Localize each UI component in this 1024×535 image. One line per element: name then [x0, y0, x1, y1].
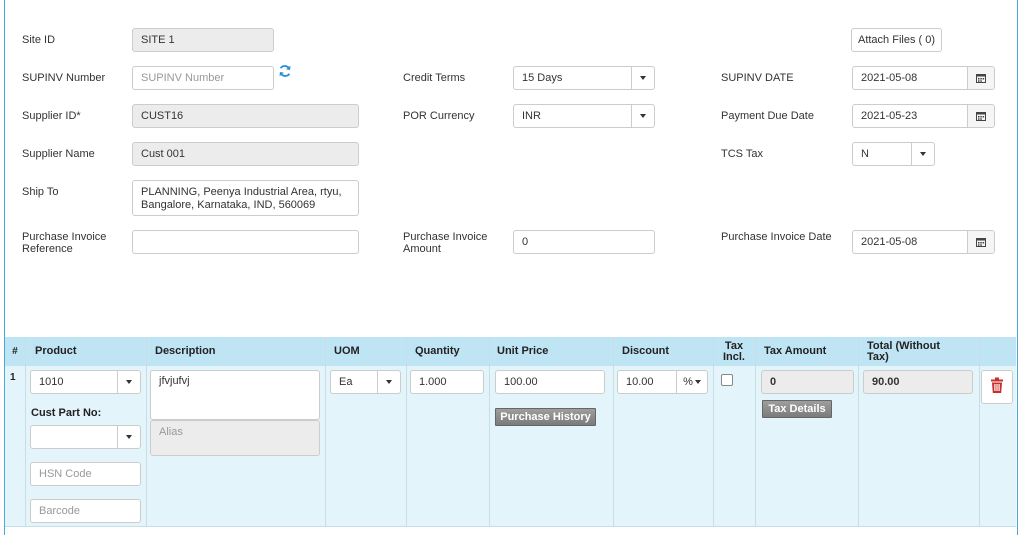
- column-divider: [406, 337, 407, 526]
- credit-terms-value: 15 Days: [522, 72, 563, 84]
- calendar-icon[interactable]: [967, 231, 994, 253]
- unit-price-input[interactable]: 100.00: [495, 370, 605, 394]
- column-divider: [613, 337, 614, 526]
- column-header-tax-incl: Tax Incl.: [722, 339, 745, 363]
- column-divider: [858, 337, 859, 526]
- por-currency-select[interactable]: INR: [513, 104, 655, 128]
- supplier-name-label: Supplier Name: [22, 148, 95, 160]
- column-header-unit-price: Unit Price: [497, 345, 549, 357]
- barcode-input[interactable]: Barcode: [30, 499, 141, 523]
- por-currency-label: POR Currency: [403, 110, 475, 122]
- tcs-tax-value: N: [861, 148, 869, 160]
- calendar-icon[interactable]: [967, 105, 994, 127]
- chevron-down-icon: [911, 143, 934, 165]
- column-divider: [979, 337, 980, 526]
- column-divider: [755, 337, 756, 526]
- row-index: 1: [10, 372, 16, 383]
- product-value: 1010: [39, 376, 64, 388]
- column-header-description: Description: [155, 345, 216, 357]
- tax-details-button[interactable]: Tax Details: [762, 400, 832, 418]
- purchase-invoice-amount-input[interactable]: 0: [513, 230, 655, 254]
- tcs-tax-label: TCS Tax: [721, 148, 763, 160]
- calendar-icon[interactable]: [967, 67, 994, 89]
- column-header-tax-amount: Tax Amount: [764, 345, 827, 357]
- column-header-discount: Discount: [622, 345, 670, 357]
- quantity-input[interactable]: 1.000: [410, 370, 484, 394]
- payment-due-date-label: Payment Due Date: [721, 110, 814, 122]
- credit-terms-select[interactable]: 15 Days: [513, 66, 655, 90]
- column-header-index: #: [12, 346, 18, 357]
- ship-to-textarea[interactable]: PLANNING, Peenya Industrial Area, rtyu, …: [132, 180, 359, 216]
- tcs-tax-select[interactable]: N: [852, 142, 935, 166]
- site-id-field: SITE 1: [132, 28, 274, 52]
- alias-field: Alias: [150, 420, 320, 456]
- uom-select[interactable]: Ea: [330, 370, 401, 394]
- payment-due-date-input[interactable]: 2021-05-23: [852, 104, 995, 128]
- grid-bottom-divider: [5, 526, 1016, 527]
- ship-to-label: Ship To: [22, 186, 59, 198]
- tax-incl-checkbox[interactable]: [721, 374, 733, 386]
- column-divider: [146, 337, 147, 526]
- tax-amount-field: 0: [761, 370, 854, 394]
- purchase-invoice-date-label: Purchase Invoice Date: [721, 231, 832, 243]
- purchase-invoice-date-value: 2021-05-08: [861, 236, 918, 248]
- product-select[interactable]: 1010: [30, 370, 141, 394]
- purchase-history-button[interactable]: Purchase History: [495, 408, 596, 426]
- discount-type-select[interactable]: %: [676, 371, 707, 393]
- supinv-date-label: SUPINV DATE: [721, 72, 794, 84]
- site-id-label: Site ID: [22, 34, 56, 46]
- column-header-uom: UOM: [334, 345, 360, 357]
- hsn-code-input[interactable]: HSN Code: [30, 462, 141, 486]
- purchase-invoice-date-input[interactable]: 2021-05-08: [852, 230, 995, 254]
- attach-files-button[interactable]: Attach Files ( 0): [851, 28, 942, 52]
- supinv-number-input[interactable]: SUPINV Number: [132, 66, 274, 90]
- chevron-down-icon: [117, 371, 140, 393]
- total-field: 90.00: [863, 370, 973, 394]
- trash-icon: [990, 377, 1004, 397]
- description-textarea[interactable]: jfvjufvj: [150, 370, 320, 420]
- supplier-id-label: Supplier ID*: [22, 110, 81, 122]
- supplier-name-field: Cust 001: [132, 142, 359, 166]
- column-divider: [25, 337, 26, 526]
- cust-part-no-select[interactable]: [30, 425, 141, 449]
- supplier-id-field: CUST16: [132, 104, 359, 128]
- uom-value: Ea: [339, 376, 353, 388]
- purchase-invoice-reference-input[interactable]: [132, 230, 359, 254]
- chevron-down-icon: [377, 371, 400, 393]
- discount-type-value: %: [683, 376, 693, 388]
- chevron-down-icon: [631, 67, 654, 89]
- column-header-product: Product: [35, 345, 77, 357]
- chevron-down-icon: [117, 426, 140, 448]
- column-header-total: Total (Without Tax): [867, 339, 941, 363]
- delete-row-button[interactable]: [981, 370, 1013, 404]
- chevron-down-icon: [631, 105, 654, 127]
- supinv-date-value: 2021-05-08: [861, 72, 918, 84]
- refresh-icon[interactable]: [278, 64, 292, 78]
- por-currency-value: INR: [522, 110, 541, 122]
- chevron-down-icon: [694, 380, 701, 384]
- discount-input[interactable]: 10.00 %: [617, 370, 708, 394]
- purchase-invoice-reference-label: Purchase Invoice Reference: [22, 231, 107, 255]
- column-divider: [713, 337, 714, 526]
- column-divider: [489, 337, 490, 526]
- column-divider: [325, 337, 326, 526]
- purchase-invoice-amount-label: Purchase Invoice Amount: [403, 231, 488, 255]
- cust-part-no-label: Cust Part No:: [31, 407, 102, 419]
- credit-terms-label: Credit Terms: [403, 72, 466, 84]
- payment-due-date-value: 2021-05-23: [861, 110, 918, 122]
- supinv-number-label: SUPINV Number: [22, 72, 106, 84]
- supinv-date-input[interactable]: 2021-05-08: [852, 66, 995, 90]
- discount-value: 10.00: [626, 376, 654, 388]
- column-header-quantity: Quantity: [415, 345, 460, 357]
